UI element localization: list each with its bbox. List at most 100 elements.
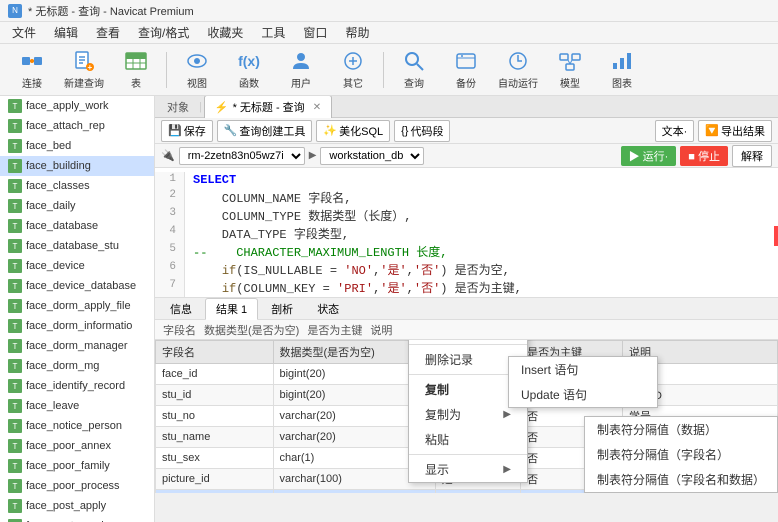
model-button[interactable]: 模型 <box>546 47 594 93</box>
sidebar-item-2[interactable]: Tface_bed <box>0 136 154 156</box>
query-builder-button[interactable]: 🔧 查询创建工具 <box>217 120 313 142</box>
function-icon: f(x) <box>237 49 261 73</box>
sidebar-item-6[interactable]: Tface_database <box>0 216 154 236</box>
table-icon-7: T <box>8 239 22 253</box>
table-icon-5: T <box>8 199 22 213</box>
other-button[interactable]: 其它 <box>329 47 377 93</box>
menu-file[interactable]: 文件 <box>4 22 44 43</box>
save-button[interactable]: 💾 保存 <box>161 120 213 142</box>
cell-field: face_id <box>156 364 274 385</box>
table-button[interactable]: 表 <box>112 47 160 93</box>
view-icon <box>185 49 209 73</box>
query-tab[interactable]: ⚡ * 无标题 - 查询 ✕ <box>204 96 332 119</box>
menu-view[interactable]: 查看 <box>88 22 128 43</box>
table-icon-16: T <box>8 419 22 433</box>
model-label: 模型 <box>560 75 580 90</box>
sub-insert-stmt[interactable]: Insert 语句 <box>509 357 657 382</box>
sql-line-1: 1 SELECT <box>155 172 778 188</box>
sidebar-item-13[interactable]: Tface_dorm_mg <box>0 356 154 376</box>
view-button[interactable]: 视图 <box>173 47 221 93</box>
result-tab-profile[interactable]: 剖析 <box>260 298 304 320</box>
user-button[interactable]: 用户 <box>277 47 325 93</box>
sub-menu-display: 制表符分隔值（数据） 制表符分隔值（字段名） 制表符分隔值（字段名和数据） <box>584 416 778 493</box>
chart-button[interactable]: 图表 <box>598 47 646 93</box>
table-icon-14: T <box>8 379 22 393</box>
sidebar-item-9[interactable]: Tface_device_database <box>0 276 154 296</box>
run-icon: ▶ 运行· <box>629 151 669 163</box>
sub-tab-sep-data[interactable]: 制表符分隔值（数据） <box>585 417 777 442</box>
ctx-paste[interactable]: 粘贴 <box>409 427 527 452</box>
result-tab-1[interactable]: 结果 1 <box>205 298 258 320</box>
menu-query-format[interactable]: 查询/格式 <box>130 22 197 43</box>
stop-button[interactable]: ■ 停止 <box>680 146 728 166</box>
other-label: 其它 <box>343 75 363 90</box>
sidebar-item-11[interactable]: Tface_dorm_informatio <box>0 316 154 336</box>
cell-field: stu_id <box>156 385 274 406</box>
sidebar-item-17[interactable]: Tface_poor_annex <box>0 436 154 456</box>
sql-line-5: 5 -- CHARACTER_MAXIMUM_LENGTH 长度, <box>155 242 778 260</box>
sql-line-7: 7 if(COLUMN_KEY = 'PRI','是','否') 是否为主键, <box>155 278 778 296</box>
content-area: 对象 | ⚡ * 无标题 - 查询 ✕ 💾 保存 🔧 查询创建工具 ✨ 美化SQ… <box>155 96 778 522</box>
ctx-display[interactable]: 显示 ▶ <box>409 457 527 482</box>
cell-field: stu_name <box>156 427 274 448</box>
sidebar-item-10[interactable]: Tface_dorm_apply_file <box>0 296 154 316</box>
sql-editor[interactable]: 1 SELECT 2 COLUMN_NAME 字段名, 3 COLUMN_TYP… <box>155 168 778 298</box>
sub-tab-sep-field[interactable]: 制表符分隔值（字段名） <box>585 442 777 467</box>
sql-line-4: 4 DATA_TYPE 字段类型, <box>155 224 778 242</box>
sidebar-item-21[interactable]: Tface_post_employmen <box>0 516 154 522</box>
query-button[interactable]: 查询 <box>390 47 438 93</box>
menu-edit[interactable]: 编辑 <box>46 22 86 43</box>
text-mode-button[interactable]: 文本· <box>655 120 695 142</box>
menu-window[interactable]: 窗口 <box>295 22 335 43</box>
sidebar-item-15[interactable]: Tface_leave <box>0 396 154 416</box>
result-tab-info[interactable]: 信息 <box>159 298 203 320</box>
sql-line-6: 6 if(IS_NULLABLE = 'NO','是','否') 是否为空, <box>155 260 778 278</box>
result-panel: 信息 结果 1 剖析 状态 字段名 数据类型(是否为空) 是否为主键 说明 <box>155 298 778 493</box>
main-toolbar: 连接 + 新建查询 表 视图 f(x) 函数 用户 其它 <box>0 44 778 96</box>
sidebar-item-20[interactable]: Tface_post_apply <box>0 496 154 516</box>
backup-button[interactable]: 备份 <box>442 47 490 93</box>
menu-help[interactable]: 帮助 <box>337 22 377 43</box>
cell-field: face_status <box>156 490 274 494</box>
sidebar-item-0[interactable]: Tface_apply_work <box>0 96 154 116</box>
run-button[interactable]: ▶ 运行· <box>621 146 677 166</box>
stop-icon: ■ 停止 <box>688 151 720 163</box>
menu-tools[interactable]: 工具 <box>253 22 293 43</box>
sql-line-8: 8 -- COLUMN_DEFAULT 默认值, <box>155 296 778 298</box>
autorun-button[interactable]: 自动运行 <box>494 47 542 93</box>
snippet-button[interactable]: {} 代码段 <box>394 120 450 142</box>
other-icon <box>341 49 365 73</box>
backup-icon <box>454 49 478 73</box>
menu-favorites[interactable]: 收藏夹 <box>199 22 251 43</box>
tab-close-button[interactable]: ✕ <box>313 102 321 113</box>
sidebar-item-19[interactable]: Tface_poor_process <box>0 476 154 496</box>
sub-tab-sep-both[interactable]: 制表符分隔值（字段名和数据） <box>585 467 777 492</box>
connection-select[interactable]: rm-2zetn83n05wz7i <box>179 147 305 165</box>
database-select[interactable]: workstation_db <box>320 147 424 165</box>
sidebar-item-3[interactable]: Tface_building <box>0 156 154 176</box>
sidebar-item-16[interactable]: Tface_notice_person <box>0 416 154 436</box>
new-query-button[interactable]: + 新建查询 <box>60 47 108 93</box>
sidebar-item-1[interactable]: Tface_attach_rep <box>0 116 154 136</box>
export-results-button[interactable]: 🔽 导出结果 <box>698 120 772 142</box>
sidebar-item-4[interactable]: Tface_classes <box>0 176 154 196</box>
explain-button[interactable]: 解释 <box>732 145 772 167</box>
ctx-set-null[interactable]: 设置为 NULL <box>409 340 527 342</box>
cell-field: stu_no <box>156 406 274 427</box>
sidebar-item-14[interactable]: Tface_identify_record <box>0 376 154 396</box>
connect-button[interactable]: 连接 <box>8 47 56 93</box>
sidebar-item-12[interactable]: Tface_dorm_manager <box>0 336 154 356</box>
tab-object[interactable]: 对象 <box>159 97 197 117</box>
sidebar-item-5[interactable]: Tface_daily <box>0 196 154 216</box>
sidebar-item-18[interactable]: Tface_poor_family <box>0 456 154 476</box>
col-field: 字段名 <box>156 341 274 364</box>
sub-update-stmt[interactable]: Update 语句 <box>509 382 657 407</box>
beautify-sql-button[interactable]: ✨ 美化SQL <box>316 120 390 142</box>
sidebar-item-8[interactable]: Tface_device <box>0 256 154 276</box>
user-icon <box>289 49 313 73</box>
text-label: 文本· <box>662 123 688 139</box>
sidebar-item-7[interactable]: Tface_database_stu <box>0 236 154 256</box>
user-label: 用户 <box>291 75 311 90</box>
function-button[interactable]: f(x) 函数 <box>225 47 273 93</box>
result-tab-status[interactable]: 状态 <box>306 298 350 320</box>
